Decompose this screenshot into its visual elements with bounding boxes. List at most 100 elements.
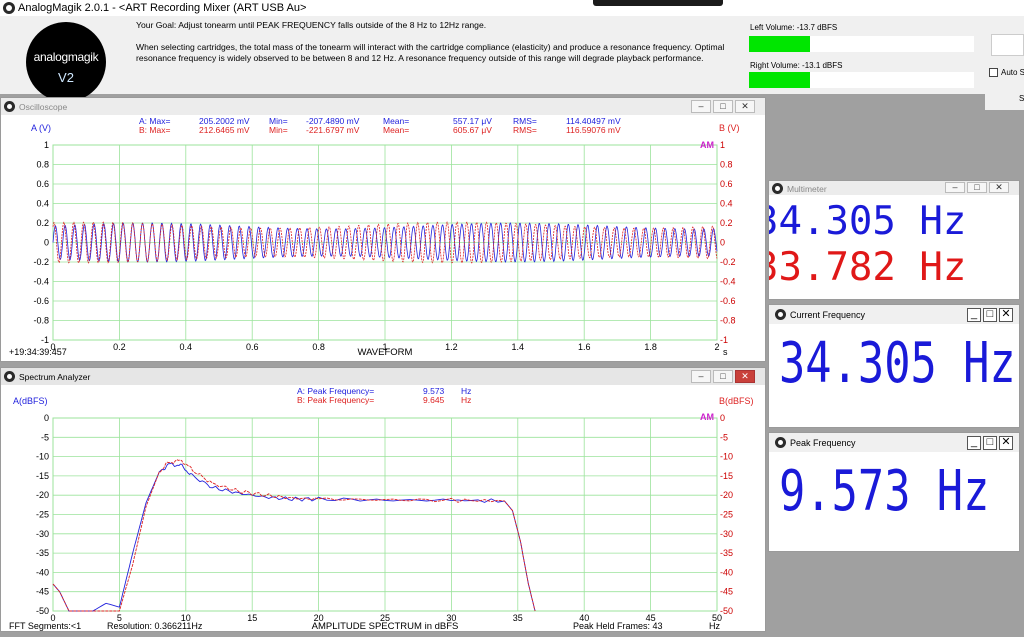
multimeter-titlebar[interactable]: Multimeter ‒ □ ✕ (769, 181, 1019, 195)
peak-frequency-value: 9.573 Hz (779, 459, 990, 524)
maximize-button[interactable]: □ (967, 182, 987, 193)
close-button[interactable]: ✕ (999, 436, 1013, 450)
analogmagik-logo: analogmagik V2 (26, 22, 106, 102)
window-icon (4, 101, 15, 112)
right-volume-fill (749, 72, 810, 88)
oscilloscope-title: Oscilloscope (19, 102, 68, 112)
x-tick-label: 1.8 (644, 342, 657, 352)
spectrum-analyzer-window: Spectrum Analyzer ‒ □ ✕ 0 5 10 15 20 25 30 35 40… (0, 367, 766, 632)
minimize-button[interactable]: _ (967, 436, 981, 450)
auto-checkbox[interactable] (989, 68, 998, 77)
app-title: AnalogMagik 2.0.1 - <ART Recording Mixer… (18, 2, 307, 14)
x-tick-label: 1.4 (512, 342, 525, 352)
y-tick-label-right: -15 (720, 471, 733, 481)
y-tick-label-right: 0.2 (720, 218, 733, 228)
peak-b-label: B: Peak Frequency= (297, 395, 374, 405)
y-tick-label-right: 0.4 (720, 199, 733, 209)
close-button[interactable]: ✕ (999, 308, 1013, 322)
maximize-button[interactable]: □ (713, 100, 733, 113)
y-tick-label-right: -0.6 (720, 296, 736, 306)
minimize-button[interactable]: ‒ (691, 100, 711, 113)
side-s-label: S (1019, 94, 1024, 103)
y-tick-label-left: -10 (36, 452, 49, 462)
spectrum-plot: 0 5 10 15 20 25 30 35 40 45 500 0-5 -5-10 -10-15 -15-2… (9, 386, 754, 631)
x-axis-unit: Hz (709, 621, 720, 631)
y-tick-label-right: 0.6 (720, 179, 733, 189)
y-tick-label-right: -25 (720, 510, 733, 520)
multimeter-title: Multimeter (787, 184, 827, 194)
window-icon (775, 309, 786, 320)
x-tick-label: 35 (513, 613, 523, 623)
top-handle (593, 0, 723, 6)
y-tick-label-left: 0 (44, 238, 49, 248)
side-box[interactable] (991, 34, 1024, 56)
current-frequency-window: Current Frequency _ □ ✕ 34.305 Hz (768, 304, 1020, 428)
y-tick-label-right: 0 (720, 238, 725, 248)
y-tick-label-right: -0.8 (720, 316, 736, 326)
peak-frequency-window: Peak Frequency _ □ ✕ 9.573 Hz (768, 432, 1020, 552)
oscilloscope-titlebar[interactable]: Oscilloscope ‒ □ ✕ (1, 98, 765, 115)
y-tick-label-right: -45 (720, 587, 733, 597)
maximize-button[interactable]: □ (983, 436, 997, 450)
current-frequency-value: 34.305 Hz (779, 331, 1016, 396)
left-volume-fill (749, 36, 810, 52)
close-button[interactable]: ✕ (989, 182, 1009, 193)
y-tick-label-right: 1 (720, 140, 725, 150)
logo-version: V2 (58, 70, 74, 85)
resolution: Resolution: 0.366211Hz (107, 621, 203, 631)
y-tick-label-left: -15 (36, 471, 49, 481)
peak-frequency-titlebar[interactable]: Peak Frequency _ □ ✕ (769, 433, 1019, 452)
app-icon (3, 2, 15, 14)
y-tick-label-right: -0.2 (720, 257, 736, 267)
x-tick-label: 0.8 (312, 342, 325, 352)
close-button[interactable]: ✕ (735, 370, 755, 383)
y-tick-label-left: 0.8 (36, 160, 49, 170)
x-tick-label: 1.6 (578, 342, 591, 352)
y-tick-label-left: 0 (44, 413, 49, 423)
minimize-button[interactable]: ‒ (691, 370, 711, 383)
minimize-button[interactable]: _ (967, 308, 981, 322)
left-volume-bar (749, 36, 974, 52)
y-tick-label-left: -0.6 (33, 296, 49, 306)
left-volume-label: Left Volume: -13.7 dBFS (750, 23, 838, 32)
y-tick-label-left: 1 (44, 140, 49, 150)
maximize-button[interactable]: □ (713, 370, 733, 383)
osc-stat-b: RMS= (513, 125, 537, 135)
y-tick-label-right: -0.4 (720, 277, 736, 287)
peak-frequency-title: Peak Frequency (790, 438, 856, 448)
goal-description: When selecting cartridges, the total mas… (136, 42, 725, 63)
x-tick-label: 1.2 (445, 342, 458, 352)
y-tick-label-left: -0.2 (33, 257, 49, 267)
x-axis-label: WAVEFORM (358, 347, 413, 358)
peak-held-frames: Peak Held Frames: 43 (573, 621, 663, 631)
maximize-button[interactable]: □ (983, 308, 997, 322)
y-axis-label-right: B (V) (719, 123, 740, 133)
spectrum-series-b (52, 459, 536, 612)
timestamp: +19:34:39:457 (9, 347, 67, 357)
y-tick-label-right: -40 (720, 567, 733, 577)
osc-stat-b: Min= (269, 125, 288, 135)
current-frequency-titlebar[interactable]: Current Frequency _ □ ✕ (769, 305, 1019, 324)
multimeter-display: 34.305 Hz 33.782 Hz (769, 195, 1019, 299)
close-button[interactable]: ✕ (735, 100, 755, 113)
minimize-button[interactable]: ‒ (945, 182, 965, 193)
goal-line: Your Goal: Adjust tonearm until PEAK FRE… (136, 20, 487, 30)
spectrum-titlebar[interactable]: Spectrum Analyzer ‒ □ ✕ (1, 368, 765, 385)
osc-stat-b: 605.67 μV (453, 125, 492, 135)
osc-stat-b: -221.6797 mV (306, 125, 360, 135)
y-tick-label-left: -1 (41, 335, 49, 345)
x-tick-label: 0.4 (180, 342, 193, 352)
right-volume-bar (749, 72, 974, 88)
spectrum-title: Spectrum Analyzer (19, 372, 91, 382)
y-tick-label-left: -35 (36, 548, 49, 558)
osc-stat-b: 212.6465 mV (199, 125, 250, 135)
am-label: AM (700, 412, 714, 422)
side-controls: Auto S S (985, 32, 1024, 110)
oscilloscope-window: Oscilloscope ‒ □ ✕ 0 0.2 0.4 0.6 0.8 1 1.2 1.4 1… (0, 97, 766, 362)
y-tick-label-right: -10 (720, 452, 733, 462)
peak-b-unit: Hz (461, 395, 471, 405)
logo-text: analogmagik (33, 50, 99, 64)
y-tick-label-right: -20 (720, 490, 733, 500)
header-panel: analogmagik V2 Your Goal: Adjust tonearm… (0, 16, 1024, 110)
y-tick-label-left: 0.4 (36, 199, 49, 209)
